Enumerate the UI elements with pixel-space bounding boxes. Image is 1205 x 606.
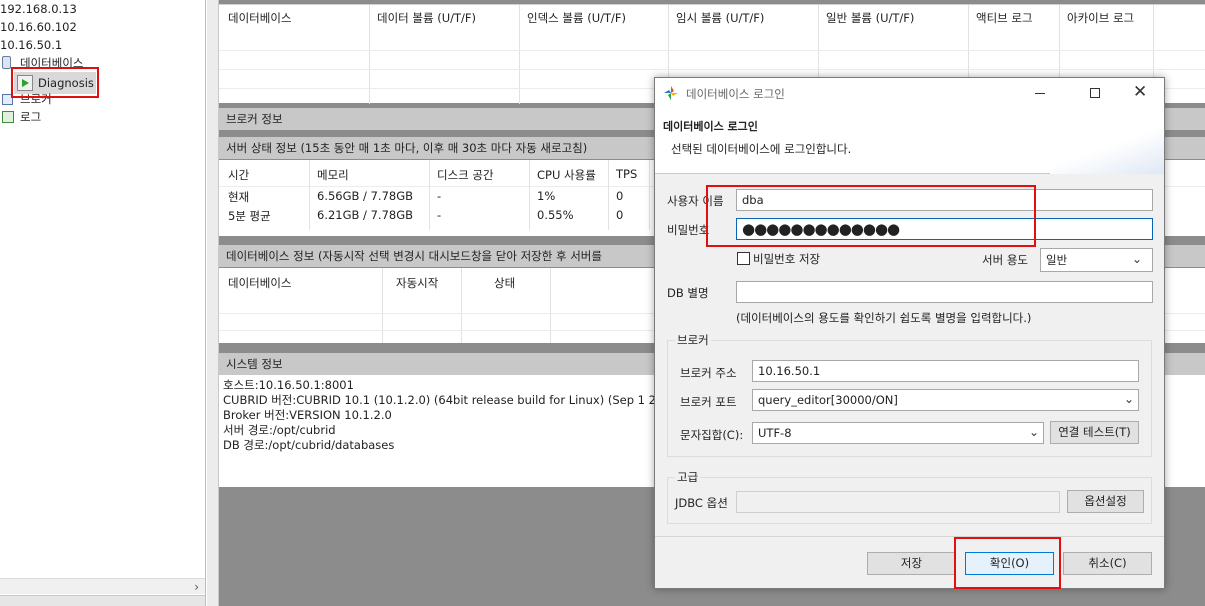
table-cell: - xyxy=(437,208,442,222)
jdbc-option-input xyxy=(736,491,1060,513)
table-cell: 6.21GB / 7.78GB xyxy=(317,208,413,222)
table-cell: 현재 xyxy=(228,190,250,204)
db-alias-input[interactable] xyxy=(736,281,1153,303)
tree-item-databases[interactable]: 데이터베이스 xyxy=(0,54,120,72)
column-header: TPS xyxy=(616,167,638,181)
chevron-right-icon[interactable]: › xyxy=(194,580,199,594)
password-input[interactable]: ●●●●●●●●●●●●● xyxy=(736,218,1153,240)
user-name-input[interactable]: dba xyxy=(736,189,1153,211)
broker-address-input[interactable]: 10.16.50.1 xyxy=(752,360,1139,382)
chevron-down-icon[interactable]: ⌄ xyxy=(1124,392,1134,406)
broker-port-select[interactable]: query_editor[30000/ON] xyxy=(752,389,1139,411)
tree-host-1[interactable]: 192.168.0.13 xyxy=(0,0,77,18)
table-cell: 0.55% xyxy=(537,208,574,222)
advanced-group-label: 고급 xyxy=(675,469,701,485)
navigator-panel: 192.168.0.13 10.16.60.102 10.16.50.1 데이터… xyxy=(0,0,206,606)
login-dialog: 데이터베이스 로그인 ✕ 데이터베이스 로그인 선택된 데이터베이스에 로그인합… xyxy=(654,77,1165,589)
tree-item-label: 로그 xyxy=(20,110,42,124)
db-alias-hint: (데이터베이스의 용도를 확인하기 쉽도록 별명을 입력합니다.) xyxy=(736,311,1032,325)
system-info-line: DB 경로:/opt/cubrid/databases xyxy=(223,438,395,452)
column-header: CPU 사용률 xyxy=(537,168,596,182)
tree-item-label: 데이터베이스 xyxy=(20,56,84,70)
password-label: 비밀번호 xyxy=(667,223,710,237)
table-cell: 5분 평균 xyxy=(228,209,271,223)
system-info-line: Broker 버전:VERSION 10.1.2.0 xyxy=(223,408,392,422)
test-connection-button[interactable]: 연결 테스트(T) xyxy=(1050,421,1139,444)
dialog-subtitle: 선택된 데이터베이스에 로그인합니다. xyxy=(671,142,852,156)
column-header[interactable]: 데이터베이스 xyxy=(228,5,291,31)
chevron-down-icon[interactable]: ⌄ xyxy=(1132,252,1142,266)
column-header: 메모리 xyxy=(317,168,349,182)
save-button[interactable]: 저장 xyxy=(867,552,956,575)
tree-item-broker[interactable]: 브로커 xyxy=(0,90,120,108)
dialog-heading: 데이터베이스 로그인 xyxy=(663,120,758,133)
database-icon xyxy=(2,56,11,69)
tree-item-log[interactable]: 로그 xyxy=(0,108,120,126)
banner-decoration-icon xyxy=(1050,108,1164,174)
tree-host-2[interactable]: 10.16.60.102 xyxy=(0,18,77,36)
jdbc-option-label: JDBC 옵션 xyxy=(675,496,728,510)
horizontal-scrollbar[interactable]: › xyxy=(0,578,205,594)
column-header[interactable]: 일반 볼륨 (U/T/F) xyxy=(826,5,914,31)
system-info-line: 서버 경로:/opt/cubrid xyxy=(223,423,336,437)
cubrid-logo-icon xyxy=(664,86,678,100)
broker-address-label: 브로커 주소 xyxy=(680,366,737,380)
chevron-down-icon[interactable]: ⌄ xyxy=(1029,425,1039,439)
ok-button[interactable]: 확인(O) xyxy=(965,552,1054,575)
broker-port-label: 브로커 포트 xyxy=(680,395,737,409)
log-icon xyxy=(2,111,14,123)
column-header[interactable]: 아카이브 로그 xyxy=(1067,5,1134,31)
column-header[interactable]: 데이터 볼륨 (U/T/F) xyxy=(377,5,476,31)
broker-icon xyxy=(2,94,13,105)
column-header[interactable]: 액티브 로그 xyxy=(976,5,1033,31)
column-header: 시간 xyxy=(228,168,250,182)
save-password-checkbox[interactable] xyxy=(737,252,750,265)
close-icon[interactable]: ✕ xyxy=(1133,82,1147,102)
dialog-banner: 데이터베이스 로그인 선택된 데이터베이스에 로그인합니다. xyxy=(655,108,1164,174)
column-header[interactable]: 인덱스 볼륨 (U/T/F) xyxy=(527,5,626,31)
charset-select[interactable]: UTF-8 xyxy=(752,422,1044,444)
system-info-line: 호스트:10.16.50.1:8001 xyxy=(223,378,354,392)
table-cell: 0 xyxy=(616,189,624,203)
dialog-title-bar[interactable]: 데이터베이스 로그인 ✕ xyxy=(655,78,1164,108)
table-cell: - xyxy=(437,189,442,203)
column-header[interactable]: 상태 xyxy=(494,275,515,291)
dialog-title: 데이터베이스 로그인 xyxy=(686,87,785,101)
table-cell: 6.56GB / 7.78GB xyxy=(317,189,413,203)
diagnosis-icon xyxy=(17,75,33,91)
server-usage-label: 서버 용도 xyxy=(982,253,1028,267)
save-password-label[interactable]: 비밀번호 저장 xyxy=(753,251,820,267)
charset-label: 문자집합(C): xyxy=(680,428,744,442)
tree-item-label: 브로커 xyxy=(20,92,52,106)
broker-group-label: 브로커 xyxy=(675,332,711,348)
system-info-line: CUBRID 버전:CUBRID 10.1 (10.1.2.0) (64bit … xyxy=(223,393,678,407)
maximize-icon[interactable] xyxy=(1090,88,1100,98)
column-header[interactable]: 임시 볼륨 (U/T/F) xyxy=(676,5,764,31)
panel-splitter[interactable] xyxy=(207,0,219,606)
db-alias-label: DB 별명 xyxy=(667,286,709,300)
table-cell: 1% xyxy=(537,189,556,203)
table-cell: 0 xyxy=(616,208,624,222)
cancel-button[interactable]: 취소(C) xyxy=(1063,552,1152,575)
column-header[interactable]: 데이터베이스 xyxy=(228,275,291,291)
tree-host-3[interactable]: 10.16.50.1 xyxy=(0,36,62,54)
option-settings-button[interactable]: 옵션설정 xyxy=(1067,490,1144,513)
column-header[interactable]: 자동시작 xyxy=(396,275,438,291)
bottom-tab-bar xyxy=(0,595,205,606)
user-name-label: 사용자 이름 xyxy=(667,194,724,208)
minimize-icon[interactable] xyxy=(1035,93,1045,94)
column-header: 디스크 공간 xyxy=(437,168,494,182)
